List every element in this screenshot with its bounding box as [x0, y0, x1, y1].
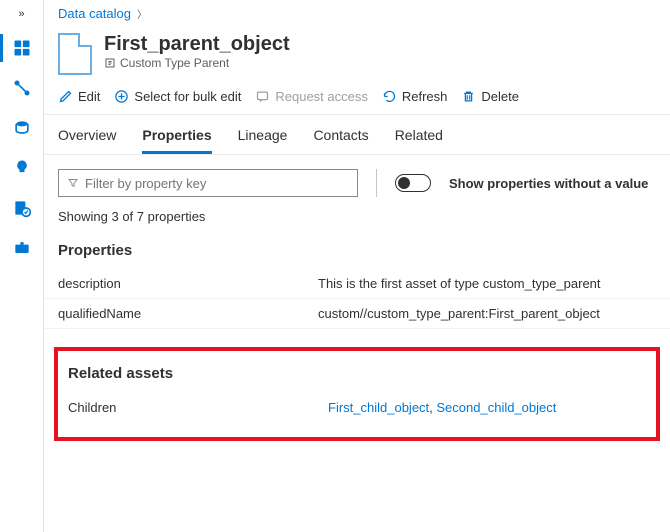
rail-policy-icon[interactable]	[0, 188, 44, 228]
expand-rail-button[interactable]: »	[0, 0, 43, 28]
status-text: Showing 3 of 7 properties	[44, 205, 670, 232]
related-label: Children	[68, 400, 328, 415]
rail-data-icon[interactable]	[0, 108, 44, 148]
type-icon	[104, 57, 116, 69]
chevron-right-icon: 〉	[137, 6, 147, 21]
property-value: custom//custom_type_parent:First_parent_…	[318, 306, 656, 321]
toggle-label: Show properties without a value	[449, 176, 648, 191]
tab-overview[interactable]: Overview	[58, 127, 116, 154]
bulk-edit-button[interactable]: Select for bulk edit	[114, 89, 241, 104]
related-row: Children First_child_object, Second_chil…	[62, 392, 652, 423]
left-rail: »	[0, 0, 44, 532]
breadcrumb: Data catalog 〉	[44, 0, 670, 27]
property-key: description	[58, 276, 318, 291]
tab-contacts[interactable]: Contacts	[313, 127, 368, 154]
related-links: First_child_object, Second_child_object	[328, 400, 556, 415]
rail-management-icon[interactable]	[0, 228, 44, 268]
document-icon	[58, 33, 92, 75]
filter-icon	[67, 177, 79, 189]
related-link[interactable]: First_child_object	[328, 400, 429, 415]
tab-properties[interactable]: Properties	[142, 127, 211, 154]
toolbar: Edit Select for bulk edit Request access…	[44, 83, 670, 115]
related-link[interactable]: Second_child_object	[436, 400, 556, 415]
property-row: qualifiedName custom//custom_type_parent…	[44, 299, 670, 329]
divider	[376, 169, 377, 197]
show-empty-toggle[interactable]	[395, 174, 431, 192]
tab-related[interactable]: Related	[395, 127, 443, 154]
filter-field[interactable]	[85, 176, 349, 191]
main-content: Data catalog 〉 First_parent_object Custo…	[44, 0, 670, 532]
related-assets-highlight: Related assets Children First_child_obje…	[54, 347, 660, 441]
page-header: First_parent_object Custom Type Parent	[44, 27, 670, 83]
page-title: First_parent_object	[104, 33, 290, 56]
properties-heading: Properties	[44, 232, 670, 269]
rail-connections-icon[interactable]	[0, 68, 44, 108]
tabs: Overview Properties Lineage Contacts Rel…	[44, 115, 670, 155]
edit-button[interactable]: Edit	[58, 89, 100, 104]
delete-button[interactable]: Delete	[461, 89, 519, 104]
filter-input[interactable]	[58, 169, 358, 197]
property-value: This is the first asset of type custom_t…	[318, 276, 656, 291]
breadcrumb-link[interactable]: Data catalog	[58, 6, 131, 21]
request-access-button: Request access	[255, 89, 368, 104]
rail-insights-icon[interactable]	[0, 148, 44, 188]
property-key: qualifiedName	[58, 306, 318, 321]
related-assets-heading: Related assets	[62, 355, 652, 392]
filter-bar: Show properties without a value	[44, 155, 670, 205]
tab-lineage[interactable]: Lineage	[238, 127, 288, 154]
property-row: description This is the first asset of t…	[44, 269, 670, 299]
page-subtitle: Custom Type Parent	[104, 56, 290, 70]
rail-catalog-icon[interactable]	[0, 28, 44, 68]
refresh-button[interactable]: Refresh	[382, 89, 448, 104]
